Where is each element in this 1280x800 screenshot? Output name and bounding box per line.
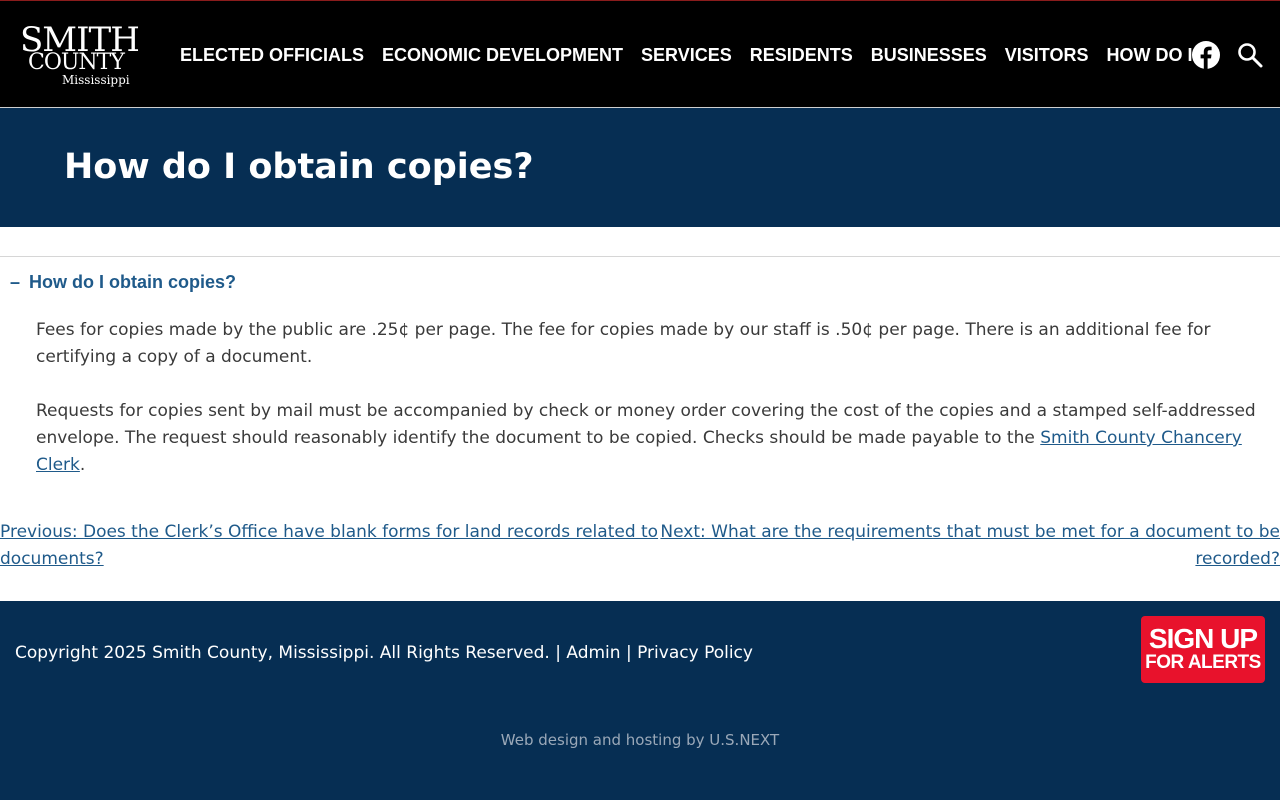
facebook-icon[interactable] — [1192, 41, 1220, 69]
accordion-title: How do I obtain copies? — [29, 272, 236, 292]
fees-paragraph: Fees for copies made by the public are .… — [36, 320, 1211, 367]
mail-requests-end: . — [79, 455, 86, 475]
admin-link[interactable]: Admin — [566, 643, 620, 663]
search-icon[interactable] — [1237, 42, 1263, 68]
copyright-line: Copyright 2025 Smith County, Mississippi… — [15, 640, 753, 666]
accordion-toggle[interactable]: – How do I obtain copies? — [10, 270, 236, 294]
accordion-divider — [0, 256, 1280, 257]
nav-item-residents[interactable]: RESIDENTS — [750, 42, 853, 68]
copyright-text: Copyright 2025 Smith County, Mississippi… — [15, 643, 550, 663]
nav-item-elected-officials[interactable]: ELECTED OFFICIALS — [180, 42, 364, 68]
logo-line-3: Mississippi — [62, 73, 130, 87]
footer-separator: | — [620, 643, 638, 663]
sign-up-for-alerts-button[interactable]: SIGN UP FOR ALERTS — [1141, 616, 1265, 683]
site-logo[interactable]: SMITH COUNTY Mississippi — [18, 23, 140, 89]
mail-requests-paragraph: Requests for copies sent by mail must be… — [36, 398, 1280, 479]
nav-item-visitors[interactable]: VISITORS — [1005, 42, 1089, 68]
site-footer — [0, 601, 1280, 800]
page-title: How do I obtain copies? — [64, 147, 534, 187]
previous-post-nav: Previous: Does the Clerk’s Office have b… — [0, 519, 660, 573]
site-header: SMITH COUNTY Mississippi ELECTED OFFICIA… — [0, 0, 1280, 108]
nav-item-economic-development[interactable]: ECONOMIC DEVELOPMENT — [382, 42, 623, 68]
logo-line-2: COUNTY — [28, 50, 125, 75]
next-post-link[interactable]: Next: What are the requirements that mus… — [660, 522, 1280, 569]
main-nav: ELECTED OFFICIALS ECONOMIC DEVELOPMENT S… — [180, 42, 1204, 68]
signup-line-2: FOR ALERTS — [1145, 652, 1261, 673]
collapse-icon: – — [10, 272, 21, 292]
web-design-credit[interactable]: Web design and hosting by U.S.NEXT — [0, 730, 1280, 750]
next-post-nav: Next: What are the requirements that mus… — [660, 519, 1280, 573]
nav-item-businesses[interactable]: BUSINESSES — [871, 42, 987, 68]
nav-item-services[interactable]: SERVICES — [641, 42, 732, 68]
previous-post-link[interactable]: Previous: Does the Clerk’s Office have b… — [0, 522, 658, 569]
nav-item-how-do-i[interactable]: HOW DO I? — [1107, 42, 1204, 68]
footer-separator: | — [549, 643, 567, 663]
accordion-content: Fees for copies made by the public are .… — [36, 317, 1280, 506]
signup-line-1: SIGN UP — [1148, 623, 1258, 654]
privacy-policy-link[interactable]: Privacy Policy — [637, 643, 753, 663]
